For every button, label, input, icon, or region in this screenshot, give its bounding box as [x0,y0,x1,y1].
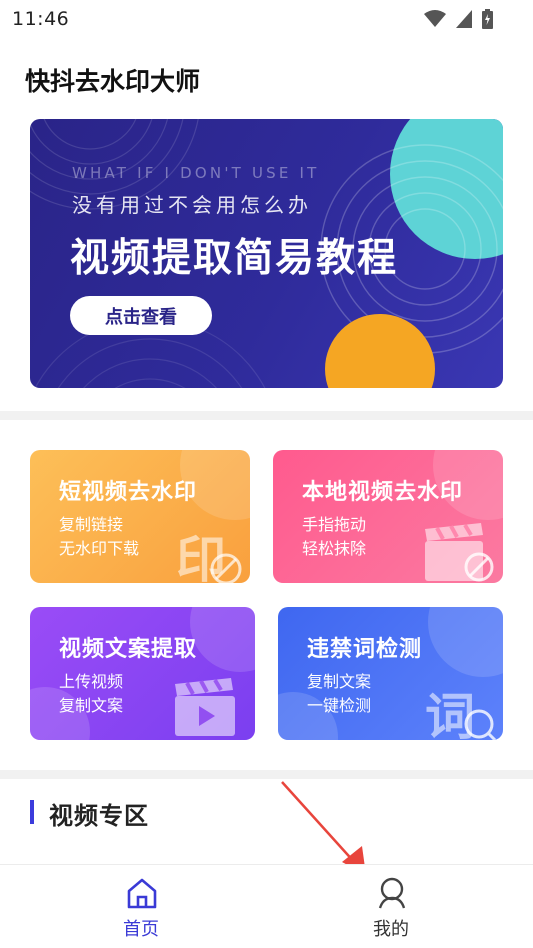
nav-label-home: 首页 [123,919,159,940]
banner-subtitle-en: WHAT IF I DON'T USE IT [72,164,320,182]
word-check-icon: 词 [425,688,497,740]
view-tutorial-button[interactable]: 点击查看 [70,296,212,335]
banner-subtitle-cn: 没有用过不会用怎么办 [72,193,312,217]
feature-line1: 复制文案 [307,672,372,691]
divider [0,770,533,779]
feature-line2: 复制文案 [59,696,124,715]
profile-icon [378,877,406,909]
nav-item-mine[interactable]: 我的 [258,865,524,948]
status-bar: 11:46 [0,0,533,38]
feature-line1: 上传视频 [59,672,124,691]
feature-card-short-video-watermark[interactable]: 短视频去水印 复制链接 无水印下载 印 [30,450,250,583]
cellular-icon [456,10,472,28]
status-icons [424,9,493,29]
feature-line2: 轻松抹除 [302,539,367,558]
feature-title: 本地视频去水印 [302,480,464,505]
feature-card-video-copy-extract[interactable]: 视频文案提取 上传视频 复制文案 [30,607,255,740]
home-icon [127,878,157,909]
clapperboard-play-icon [175,678,235,736]
feature-card-local-video-watermark[interactable]: 本地视频去水印 手指拖动 轻松抹除 [273,450,503,583]
tutorial-banner[interactable]: WHAT IF I DON'T USE IT 没有用过不会用怎么办 视频提取简易… [30,119,503,388]
feature-title: 视频文案提取 [59,637,198,662]
clapperboard-icon [425,523,494,582]
nav-item-home[interactable]: 首页 [8,865,274,948]
app-title: 快抖去水印大师 [25,67,201,96]
stamp-icon: 印 [176,531,242,583]
feature-title: 短视频去水印 [59,480,198,505]
status-time: 11:46 [12,8,70,30]
divider [0,411,533,420]
arrow-annotation-icon [281,781,366,875]
feature-title: 违禁词检测 [307,637,423,662]
feature-card-banned-word-check[interactable]: 违禁词检测 复制文案 一键检测 词 [278,607,503,740]
feature-line2: 一键检测 [307,696,372,715]
feature-line2: 无水印下载 [59,539,140,558]
wifi-icon [424,10,446,27]
section-accent-bar [30,800,34,824]
nav-label-mine: 我的 [373,919,409,940]
bottom-nav: 首页 我的 [0,864,533,948]
section-title: 视频专区 [49,802,149,830]
battery-charging-icon [482,9,493,29]
feature-line1: 手指拖动 [302,515,367,534]
banner-title: 视频提取简易教程 [70,236,399,281]
feature-line1: 复制链接 [59,515,124,534]
